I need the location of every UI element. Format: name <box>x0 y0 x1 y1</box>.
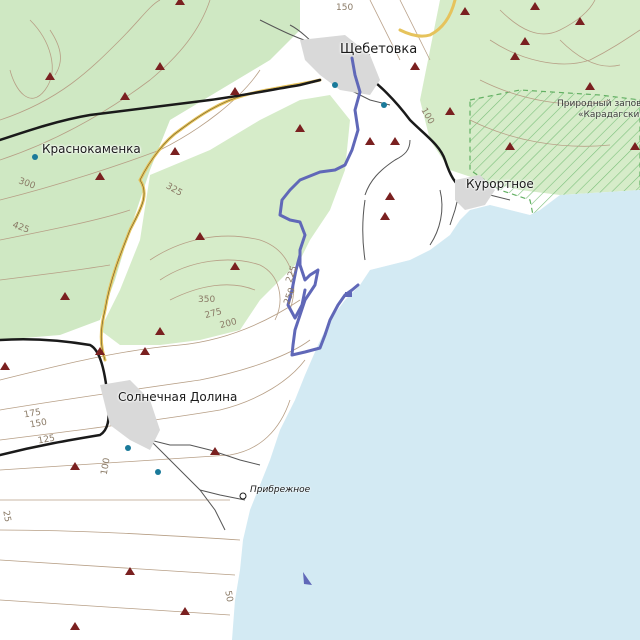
reserve-label-line1: Природный заповедник <box>557 99 640 109</box>
settlement-label-shchebetovka: Щебетовка <box>340 42 418 57</box>
settlement-label-pribrezhnoe: Прибрежное <box>250 485 311 495</box>
settlement-label-kurortnoe: Курортное <box>466 177 534 191</box>
contour-label: 25 <box>0 509 13 523</box>
reserve-label-line2: «Карадагский <box>578 110 640 120</box>
settlement-label-solnechnaya-dolina: Солнечная Долина <box>118 390 238 404</box>
topographic-map[interactable]: Щебетовка Курортное Краснокаменка Солнеч… <box>0 0 640 640</box>
settlement-label-krasnokamenka: Краснокаменка <box>42 142 141 156</box>
map-canvas[interactable] <box>0 0 640 640</box>
contour-label: 350 <box>198 295 216 305</box>
contour-label: 50 <box>222 589 235 603</box>
contour-label: 150 <box>336 3 354 13</box>
